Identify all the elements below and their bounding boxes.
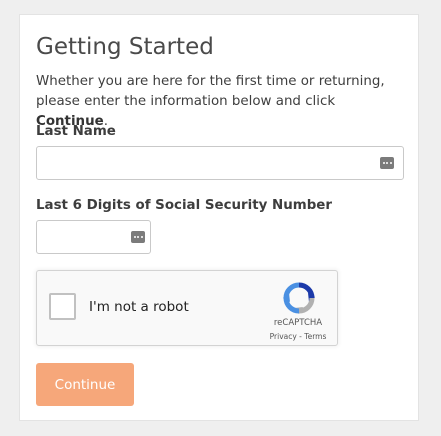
recaptcha-privacy-terms-link[interactable]: Privacy - Terms bbox=[265, 332, 331, 341]
recaptcha-checkbox[interactable] bbox=[49, 293, 76, 320]
recaptcha-widget: I'm not a robot reCAPTCHA Privacy - Term… bbox=[36, 270, 338, 346]
intro-text: Whether you are here for the first time … bbox=[36, 72, 408, 132]
recaptcha-logo-icon bbox=[283, 282, 315, 314]
continue-button[interactable]: Continue bbox=[36, 363, 134, 406]
recaptcha-checkbox-label: I'm not a robot bbox=[89, 299, 189, 315]
password-manager-icon[interactable] bbox=[131, 231, 145, 243]
ssn-label: Last 6 Digits of Social Security Number bbox=[36, 198, 332, 213]
page-title: Getting Started bbox=[36, 34, 214, 60]
password-manager-icon[interactable] bbox=[380, 157, 394, 169]
last-name-input[interactable] bbox=[37, 147, 403, 179]
ssn-field-wrapper bbox=[36, 220, 151, 254]
last-name-label: Last Name bbox=[36, 124, 116, 139]
getting-started-card: Getting Started Whether you are here for… bbox=[19, 14, 419, 421]
intro-text-body: Whether you are here for the first time … bbox=[36, 74, 385, 109]
last-name-field-wrapper bbox=[36, 146, 404, 180]
recaptcha-brand: reCAPTCHA bbox=[273, 318, 323, 328]
